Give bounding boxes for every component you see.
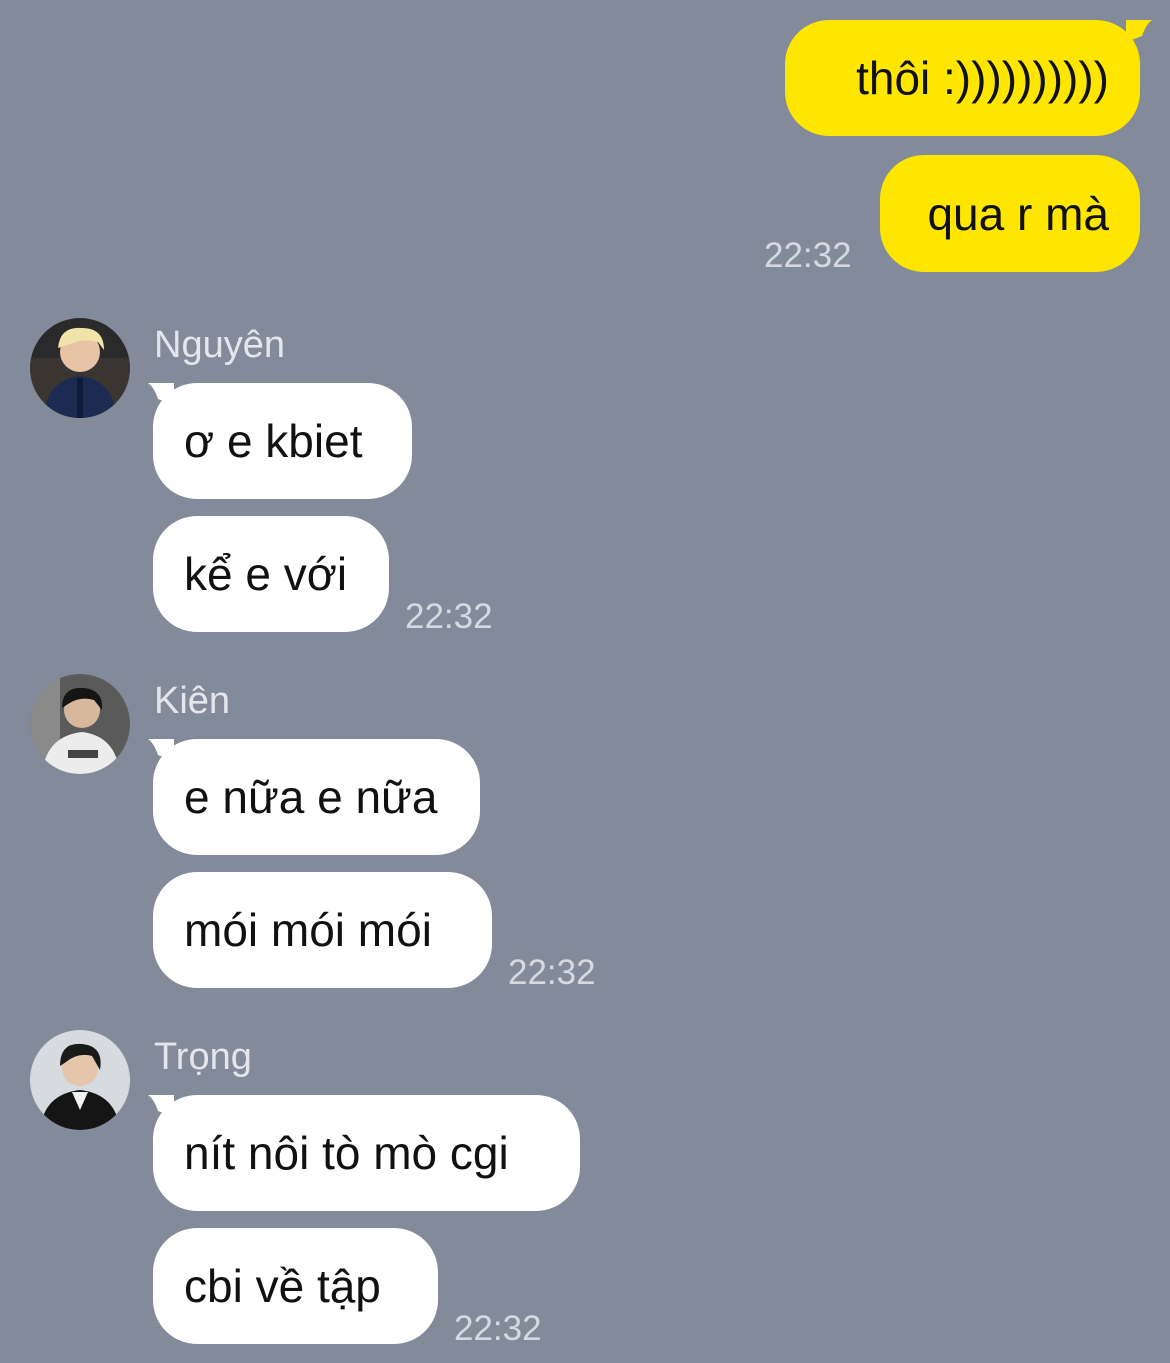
incoming-message-text: e nữa e nữa bbox=[184, 771, 438, 823]
avatar[interactable] bbox=[30, 674, 130, 774]
avatar-icon bbox=[30, 318, 130, 418]
sender-name: Nguyên bbox=[154, 324, 285, 366]
incoming-message[interactable]: cbi về tập bbox=[153, 1228, 438, 1344]
sender-name: Trọng bbox=[154, 1036, 252, 1078]
outgoing-message-text: qua r mà bbox=[927, 187, 1109, 240]
outgoing-message-2[interactable]: qua r mà bbox=[880, 155, 1140, 272]
outgoing-message-1[interactable]: thôi :)))))))))) bbox=[785, 20, 1140, 136]
outgoing-bubble-tail bbox=[1126, 20, 1152, 42]
avatar-icon bbox=[30, 1030, 130, 1130]
incoming-timestamp: 22:32 bbox=[508, 953, 596, 992]
incoming-message[interactable]: mói mói mói bbox=[153, 872, 492, 988]
incoming-message[interactable]: ơ e kbiet bbox=[153, 383, 412, 499]
incoming-message[interactable]: kể e với bbox=[153, 516, 389, 632]
incoming-message-text: ơ e kbiet bbox=[184, 415, 363, 467]
incoming-timestamp: 22:32 bbox=[405, 597, 493, 636]
incoming-message[interactable]: e nữa e nữa bbox=[153, 739, 480, 855]
incoming-message[interactable]: nít nôi tò mò cgi bbox=[153, 1095, 580, 1211]
incoming-message-text: cbi về tập bbox=[184, 1260, 381, 1312]
avatar[interactable] bbox=[30, 1030, 130, 1130]
outgoing-message-text: thôi :)))))))))) bbox=[856, 52, 1109, 104]
incoming-message-text: nít nôi tò mò cgi bbox=[184, 1127, 509, 1179]
outgoing-timestamp: 22:32 bbox=[764, 236, 852, 275]
avatar-icon bbox=[30, 674, 130, 774]
avatar[interactable] bbox=[30, 318, 130, 418]
incoming-timestamp: 22:32 bbox=[454, 1309, 542, 1348]
incoming-message-text: kể e với bbox=[184, 548, 348, 600]
incoming-message-text: mói mói mói bbox=[184, 904, 432, 956]
sender-name: Kiên bbox=[154, 680, 231, 722]
